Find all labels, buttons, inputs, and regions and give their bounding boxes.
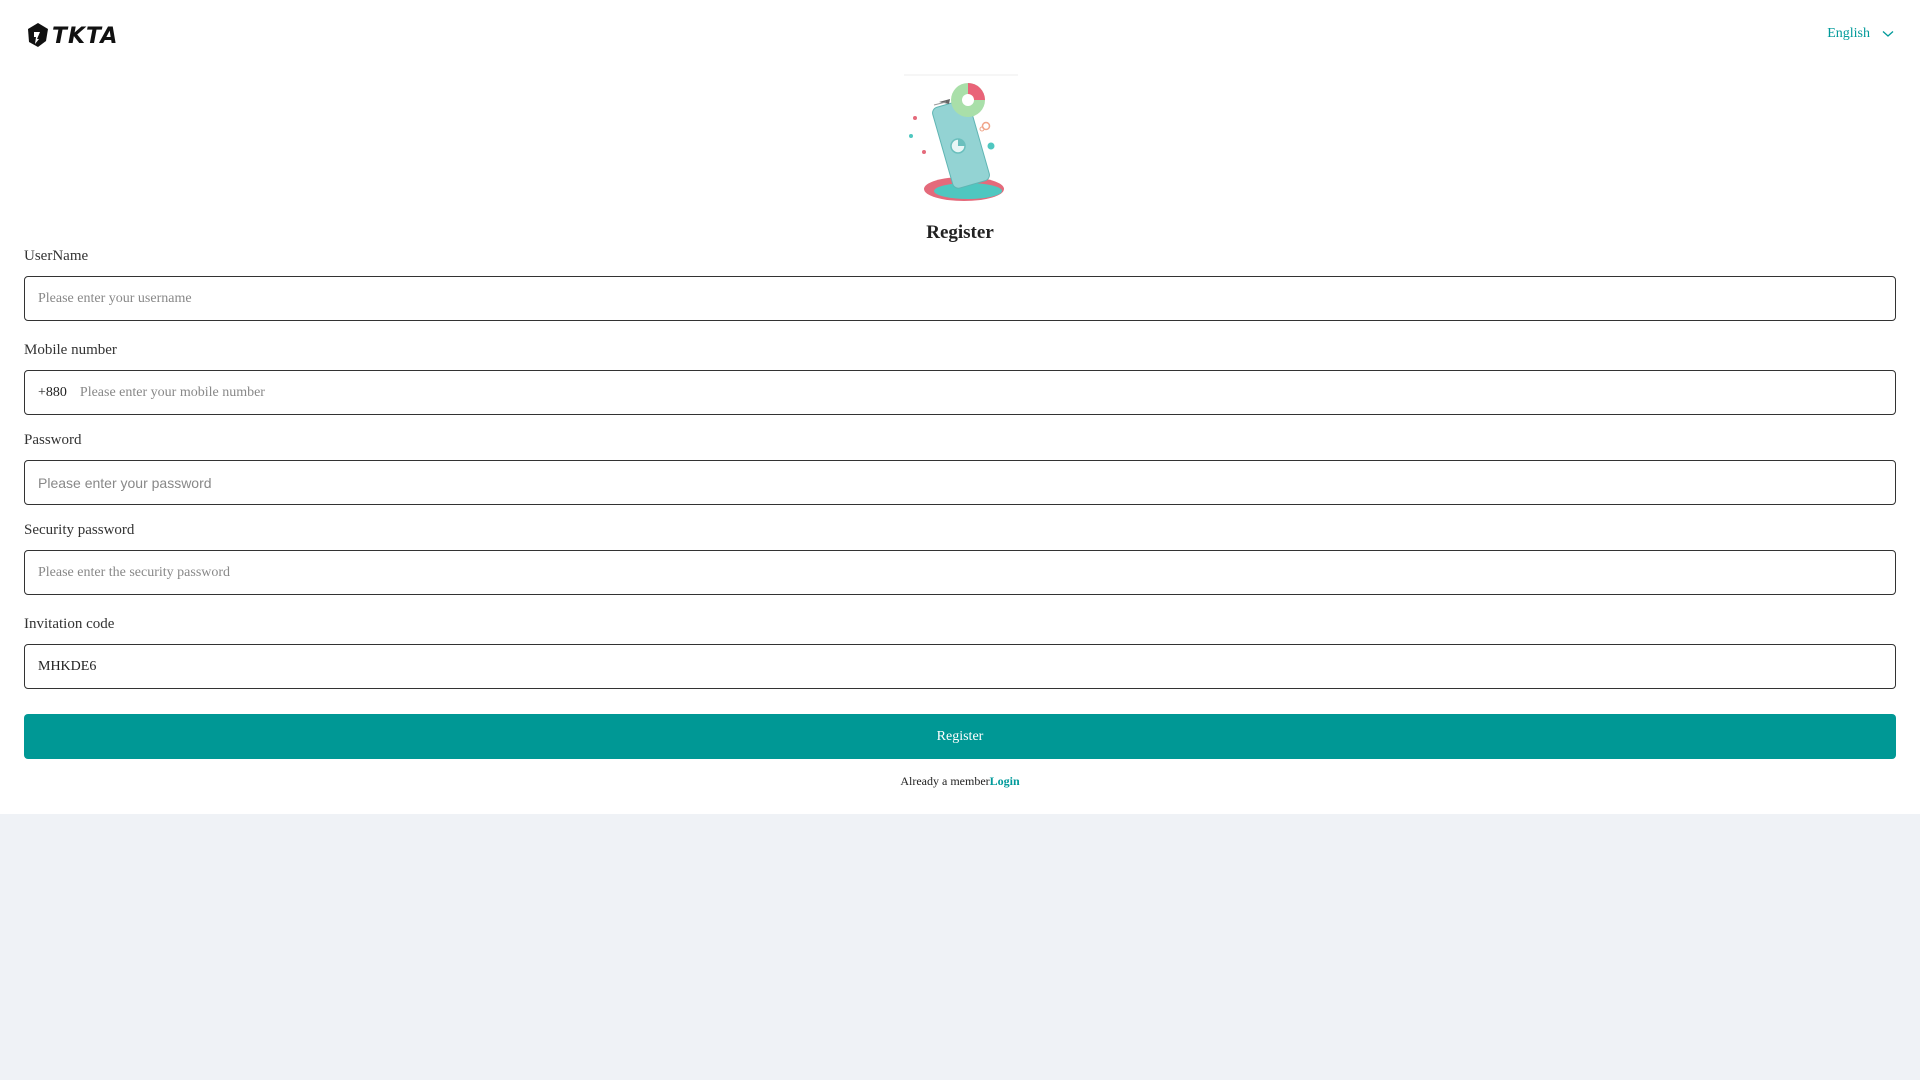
logo-icon bbox=[26, 22, 50, 53]
already-member-text: Already a member bbox=[900, 774, 990, 788]
mobile-input[interactable] bbox=[79, 371, 1882, 414]
phone-chart-illustration bbox=[894, 74, 1028, 208]
language-selector[interactable]: English bbox=[1827, 26, 1894, 42]
invitation-code-label: Invitation code bbox=[24, 616, 115, 632]
register-button[interactable]: Register bbox=[24, 714, 1896, 759]
security-password-label: Security password bbox=[24, 522, 135, 538]
security-password-input[interactable] bbox=[38, 551, 1882, 594]
invitation-code-field[interactable] bbox=[24, 644, 1896, 689]
page-title: Register bbox=[926, 222, 994, 243]
password-field[interactable] bbox=[24, 460, 1896, 505]
invitation-code-input[interactable] bbox=[38, 645, 1882, 688]
login-prompt: Already a memberLogin bbox=[0, 774, 1920, 789]
password-input[interactable] bbox=[38, 461, 1882, 504]
mobile-field[interactable]: +880 bbox=[24, 370, 1896, 415]
username-field[interactable] bbox=[24, 276, 1896, 321]
logo[interactable]: TKTA bbox=[26, 22, 117, 53]
username-input[interactable] bbox=[38, 277, 1882, 320]
username-label: UserName bbox=[24, 248, 89, 264]
language-label: English bbox=[1827, 26, 1870, 41]
header: TKTA English bbox=[0, 0, 1920, 74]
chevron-down-icon bbox=[1882, 30, 1894, 38]
logo-text: TKTA bbox=[52, 24, 119, 49]
country-code-prefix[interactable]: +880 bbox=[38, 385, 67, 401]
login-link[interactable]: Login bbox=[990, 774, 1020, 788]
mobile-label: Mobile number bbox=[24, 342, 117, 358]
register-page: TKTA English Register UserName Please en… bbox=[0, 0, 1920, 814]
security-password-field[interactable] bbox=[24, 550, 1896, 595]
password-label: Password bbox=[24, 432, 82, 448]
